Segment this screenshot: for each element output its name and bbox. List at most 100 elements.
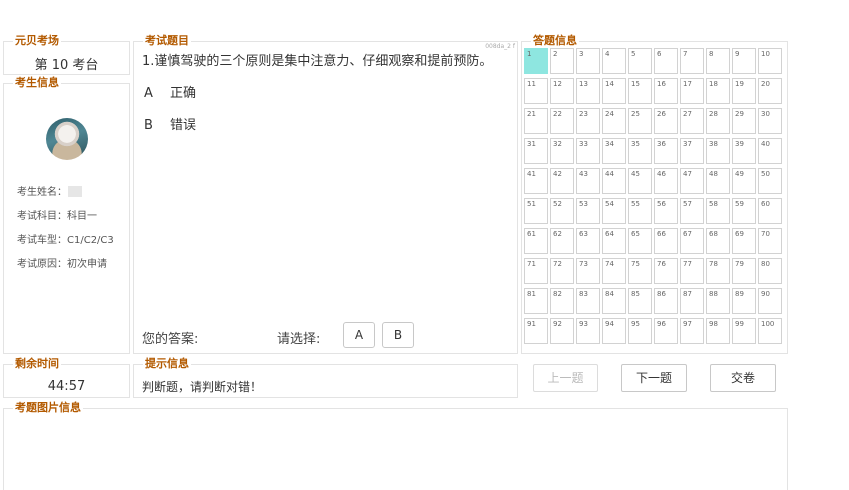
answer-cell-46[interactable]: 46 (654, 168, 678, 194)
answer-cell-33[interactable]: 33 (576, 138, 600, 164)
answer-cell-59[interactable]: 59 (732, 198, 756, 224)
answer-cell-2[interactable]: 2 (550, 48, 574, 74)
answer-cell-90[interactable]: 90 (758, 288, 782, 314)
answer-cell-87[interactable]: 87 (680, 288, 704, 314)
answer-cell-58[interactable]: 58 (706, 198, 730, 224)
answer-cell-27[interactable]: 27 (680, 108, 704, 134)
answer-cell-66[interactable]: 66 (654, 228, 678, 254)
answer-cell-54[interactable]: 54 (602, 198, 626, 224)
answer-cell-20[interactable]: 20 (758, 78, 782, 104)
answer-cell-79[interactable]: 79 (732, 258, 756, 284)
answer-cell-85[interactable]: 85 (628, 288, 652, 314)
answer-cell-50[interactable]: 50 (758, 168, 782, 194)
answer-cell-15[interactable]: 15 (628, 78, 652, 104)
answer-cell-78[interactable]: 78 (706, 258, 730, 284)
answer-cell-71[interactable]: 71 (524, 258, 548, 284)
answer-cell-24[interactable]: 24 (602, 108, 626, 134)
answer-cell-84[interactable]: 84 (602, 288, 626, 314)
answer-cell-98[interactable]: 98 (706, 318, 730, 344)
answer-cell-80[interactable]: 80 (758, 258, 782, 284)
next-question-button[interactable]: 下一题 (621, 364, 687, 392)
option-a[interactable]: A 正确 (144, 82, 196, 101)
answer-cell-1[interactable]: 1 (524, 48, 548, 74)
answer-cell-43[interactable]: 43 (576, 168, 600, 194)
answer-cell-57[interactable]: 57 (680, 198, 704, 224)
answer-cell-62[interactable]: 62 (550, 228, 574, 254)
answer-cell-65[interactable]: 65 (628, 228, 652, 254)
answer-cell-45[interactable]: 45 (628, 168, 652, 194)
prev-question-button[interactable]: 上一题 (533, 364, 598, 392)
submit-exam-button[interactable]: 交卷 (710, 364, 776, 392)
answer-cell-53[interactable]: 53 (576, 198, 600, 224)
answer-cell-75[interactable]: 75 (628, 258, 652, 284)
answer-cell-56[interactable]: 56 (654, 198, 678, 224)
answer-cell-81[interactable]: 81 (524, 288, 548, 314)
answer-cell-8[interactable]: 8 (706, 48, 730, 74)
answer-cell-35[interactable]: 35 (628, 138, 652, 164)
answer-cell-93[interactable]: 93 (576, 318, 600, 344)
option-b[interactable]: B 错误 (144, 114, 196, 133)
answer-cell-91[interactable]: 91 (524, 318, 548, 344)
answer-cell-48[interactable]: 48 (706, 168, 730, 194)
answer-cell-70[interactable]: 70 (758, 228, 782, 254)
answer-cell-72[interactable]: 72 (550, 258, 574, 284)
answer-cell-25[interactable]: 25 (628, 108, 652, 134)
answer-cell-69[interactable]: 69 (732, 228, 756, 254)
answer-cell-76[interactable]: 76 (654, 258, 678, 284)
answer-cell-13[interactable]: 13 (576, 78, 600, 104)
answer-cell-31[interactable]: 31 (524, 138, 548, 164)
answer-cell-28[interactable]: 28 (706, 108, 730, 134)
answer-cell-64[interactable]: 64 (602, 228, 626, 254)
answer-cell-32[interactable]: 32 (550, 138, 574, 164)
answer-cell-94[interactable]: 94 (602, 318, 626, 344)
answer-cell-26[interactable]: 26 (654, 108, 678, 134)
answer-cell-17[interactable]: 17 (680, 78, 704, 104)
answer-cell-97[interactable]: 97 (680, 318, 704, 344)
answer-cell-39[interactable]: 39 (732, 138, 756, 164)
answer-cell-9[interactable]: 9 (732, 48, 756, 74)
answer-cell-63[interactable]: 63 (576, 228, 600, 254)
answer-cell-88[interactable]: 88 (706, 288, 730, 314)
answer-cell-52[interactable]: 52 (550, 198, 574, 224)
answer-cell-73[interactable]: 73 (576, 258, 600, 284)
answer-cell-30[interactable]: 30 (758, 108, 782, 134)
answer-cell-47[interactable]: 47 (680, 168, 704, 194)
answer-cell-16[interactable]: 16 (654, 78, 678, 104)
answer-cell-44[interactable]: 44 (602, 168, 626, 194)
answer-cell-21[interactable]: 21 (524, 108, 548, 134)
answer-cell-67[interactable]: 67 (680, 228, 704, 254)
answer-cell-23[interactable]: 23 (576, 108, 600, 134)
answer-cell-100[interactable]: 100 (758, 318, 782, 344)
answer-cell-82[interactable]: 82 (550, 288, 574, 314)
answer-cell-49[interactable]: 49 (732, 168, 756, 194)
answer-cell-68[interactable]: 68 (706, 228, 730, 254)
answer-cell-60[interactable]: 60 (758, 198, 782, 224)
answer-cell-89[interactable]: 89 (732, 288, 756, 314)
answer-cell-19[interactable]: 19 (732, 78, 756, 104)
answer-cell-83[interactable]: 83 (576, 288, 600, 314)
answer-cell-22[interactable]: 22 (550, 108, 574, 134)
answer-cell-96[interactable]: 96 (654, 318, 678, 344)
choice-b-button[interactable]: B (382, 322, 414, 348)
answer-cell-34[interactable]: 34 (602, 138, 626, 164)
answer-cell-4[interactable]: 4 (602, 48, 626, 74)
answer-cell-95[interactable]: 95 (628, 318, 652, 344)
answer-cell-99[interactable]: 99 (732, 318, 756, 344)
answer-cell-92[interactable]: 92 (550, 318, 574, 344)
answer-cell-77[interactable]: 77 (680, 258, 704, 284)
answer-cell-61[interactable]: 61 (524, 228, 548, 254)
answer-cell-86[interactable]: 86 (654, 288, 678, 314)
answer-cell-7[interactable]: 7 (680, 48, 704, 74)
answer-cell-37[interactable]: 37 (680, 138, 704, 164)
answer-cell-51[interactable]: 51 (524, 198, 548, 224)
answer-cell-41[interactable]: 41 (524, 168, 548, 194)
answer-cell-11[interactable]: 11 (524, 78, 548, 104)
answer-cell-74[interactable]: 74 (602, 258, 626, 284)
answer-cell-6[interactable]: 6 (654, 48, 678, 74)
answer-cell-12[interactable]: 12 (550, 78, 574, 104)
choice-a-button[interactable]: A (343, 322, 375, 348)
answer-cell-14[interactable]: 14 (602, 78, 626, 104)
answer-cell-5[interactable]: 5 (628, 48, 652, 74)
answer-cell-10[interactable]: 10 (758, 48, 782, 74)
answer-cell-3[interactable]: 3 (576, 48, 600, 74)
